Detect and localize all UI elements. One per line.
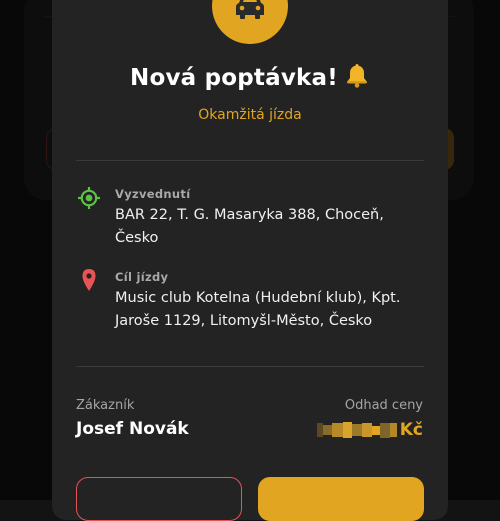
price-label: Odhad ceny: [344, 398, 423, 413]
customer-label: Zákazník: [76, 398, 135, 413]
destination-label: Cíl jízdy: [115, 270, 169, 284]
customer-name: Josef Novák: [76, 419, 189, 439]
accept-button[interactable]: [258, 477, 424, 521]
bell-icon: [344, 62, 370, 94]
price-amount-obscured: [316, 422, 397, 438]
decline-button[interactable]: [76, 477, 242, 521]
price-value: Kč: [316, 419, 423, 441]
car-icon: [236, 0, 264, 19]
ride-type: Okamžitá jízda: [198, 107, 302, 123]
divider-top: [76, 160, 424, 161]
map-pin-icon: [82, 269, 96, 291]
destination-address: Music club Kotelna (Hudební klub), Kpt. …: [115, 290, 401, 329]
modal-title: Nová poptávka!: [0, 62, 500, 94]
price-currency: Kč: [399, 420, 423, 440]
pickup-label: Vyzvednutí: [115, 187, 191, 201]
crosshair-location-icon: [78, 187, 100, 209]
title-text: Nová poptávka!: [130, 65, 338, 91]
pickup-address: BAR 22, T. G. Masaryka 388, Choceň, Česk…: [115, 207, 384, 246]
divider-bottom: [76, 366, 424, 367]
